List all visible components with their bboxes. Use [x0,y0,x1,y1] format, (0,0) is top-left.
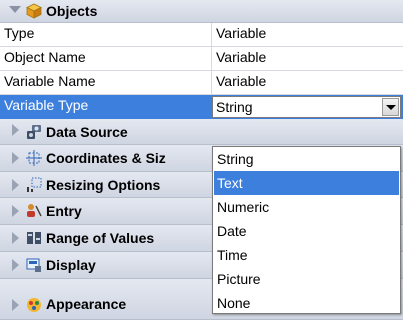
group-label: Display [46,257,96,273]
dropdown-button[interactable] [382,98,399,116]
dropdown-option-date[interactable]: Date [214,219,399,243]
property-label: Variable Name [4,73,96,89]
property-value[interactable]: Variable [216,47,266,68]
expand-arrow-icon[interactable] [12,179,19,191]
dropdown-option-none[interactable]: None [214,291,399,315]
entry-icon [27,204,42,217]
expand-arrow-icon[interactable] [12,259,19,271]
group-data-source[interactable]: Data Source [0,119,403,145]
expand-arrow-icon[interactable] [12,299,19,311]
column-divider [211,71,212,94]
property-label: Variable Type [4,97,89,113]
group-label: Resizing Options [46,177,161,193]
chevron-down-icon [386,105,396,110]
expand-arrow-icon[interactable] [12,152,19,164]
property-row-object-name[interactable]: Object Name Variable [0,47,403,71]
property-row-variable-type[interactable]: Variable Type String [0,95,403,119]
variable-type-combobox[interactable]: String [212,96,401,118]
group-label: Range of Values [46,230,155,246]
group-label: Data Source [46,124,128,140]
column-divider [211,47,212,70]
data-source-icon [27,125,41,139]
property-label: Object Name [4,49,86,65]
dropdown-option-string[interactable]: String [214,147,399,171]
combobox-value: String [216,99,253,115]
variable-type-dropdown-list[interactable]: String Text Numeric Date Time Picture No… [212,146,401,314]
display-icon [26,258,41,272]
dropdown-option-picture[interactable]: Picture [214,267,399,291]
cube-icon [26,3,42,19]
coordinates-icon [26,150,42,166]
expand-arrow-icon[interactable] [12,232,19,244]
objects-group-header[interactable]: Objects [0,0,403,23]
expand-arrow-icon[interactable] [12,205,19,217]
collapse-arrow-icon[interactable] [9,6,21,13]
appearance-icon [27,298,41,312]
group-label: Appearance [46,296,127,312]
resize-icon [27,177,42,192]
dropdown-option-time[interactable]: Time [214,243,399,267]
dropdown-option-text[interactable]: Text [214,171,399,195]
column-divider [211,23,212,46]
group-label: Entry [46,203,82,219]
property-value[interactable]: Variable [216,23,266,44]
expand-arrow-icon[interactable] [12,124,19,136]
dropdown-option-numeric[interactable]: Numeric [214,195,399,219]
group-label: Coordinates & Siz [46,150,166,166]
property-value[interactable]: Variable [216,71,266,92]
property-row-type[interactable]: Type Variable [0,23,403,47]
range-icon [27,232,41,244]
objects-group-label: Objects [46,3,98,19]
property-label: Type [4,25,35,41]
property-row-variable-name[interactable]: Variable Name Variable [0,71,403,95]
